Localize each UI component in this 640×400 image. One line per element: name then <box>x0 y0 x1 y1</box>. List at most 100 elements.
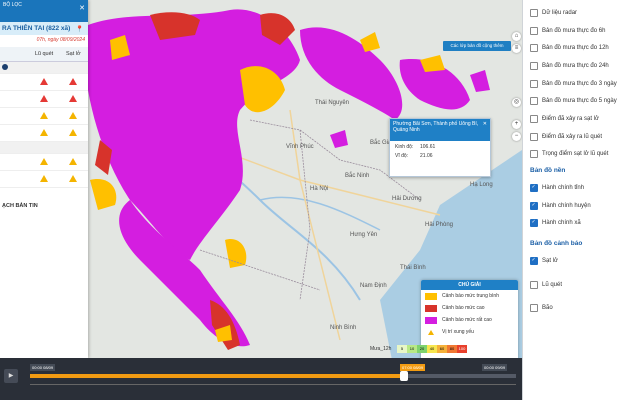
home-icon[interactable]: ⌂ <box>512 32 521 41</box>
legend-item: Vị trí xung yếu <box>421 326 518 338</box>
checkbox[interactable] <box>530 61 538 70</box>
layer-rain-6h[interactable]: Bản đồ mưa thực đo 6h <box>523 22 640 40</box>
rain-scale-step: 100 <box>457 345 467 353</box>
layer-flashflood[interactable]: Lũ quét <box>523 276 640 294</box>
panel-date: 07h, ngày 08/09/2024 <box>36 37 85 43</box>
column-header: Lũ quét <box>34 51 54 57</box>
play-icon[interactable]: ▶ <box>4 369 18 383</box>
layer-label: Bản đồ mưa thực đo 6h <box>542 27 606 34</box>
layer-storm[interactable]: Bão <box>523 300 640 318</box>
layer-label: Bản đồ mưa thực đo 12h <box>542 45 609 52</box>
current-time: 07:00 08/09 <box>400 364 426 371</box>
layer-control-panel: Dữ liệu radar Bản đồ mưa thực đo 6h Bản … <box>522 0 640 400</box>
checkbox-checked[interactable] <box>530 219 538 228</box>
layer-province[interactable]: Hành chính tỉnh <box>523 179 640 197</box>
legend-swatch <box>425 316 437 324</box>
popup-title: Phường Bãi Sơn, Thành phố Uông Bí, Quảng… <box>393 121 479 133</box>
pin-icon[interactable]: 📍 <box>76 23 84 36</box>
warning-icon <box>39 94 48 102</box>
rain-scale-step: 5 <box>397 345 407 353</box>
checkbox[interactable] <box>530 79 538 88</box>
layer-label: Bản đồ mưa thực đo 5 ngày <box>542 98 617 105</box>
place-label: Hải Dương <box>392 196 422 202</box>
extra-layers-button[interactable]: Các lớp bản đồ cộng thêm <box>443 41 511 51</box>
table-row[interactable] <box>0 108 88 125</box>
table-row[interactable] <box>0 91 88 108</box>
time-slider[interactable] <box>30 371 516 381</box>
checkbox[interactable] <box>530 26 538 35</box>
panel-header: RA THIÊN TAI (822 xã) 📍 <box>0 22 88 35</box>
section-title-warning: Bản đồ cảnh báo <box>530 240 583 248</box>
warning-list-panel: BỘ LỌC ✕ RA THIÊN TAI (822 xã) 📍 07h, ng… <box>0 0 88 358</box>
popup-value: 21.06 <box>420 153 433 159</box>
place-label: Ninh Bình <box>330 325 357 331</box>
rain-scale-step: 40 <box>427 345 437 353</box>
collapse-icon[interactable] <box>0 63 8 72</box>
table-header: Lũ quét Sạt lở <box>0 47 88 62</box>
layer-landslide[interactable]: Sạt lở <box>523 252 640 270</box>
checkbox-checked[interactable] <box>530 184 538 193</box>
legend-swatch <box>425 292 437 300</box>
checkbox[interactable] <box>530 44 538 53</box>
layer-rain-5d[interactable]: Bản đồ mưa thực đo 5 ngày <box>523 92 640 110</box>
layer-rain-3d[interactable]: Bản đồ mưa thực đo 3 ngày <box>523 75 640 93</box>
panel-topbar: BỘ LỌC ✕ <box>0 0 88 22</box>
rain-scale-step: 10 <box>407 345 417 353</box>
checkbox[interactable] <box>530 304 538 313</box>
layer-label: Điểm đã xảy ra lũ quét <box>542 133 603 140</box>
checkbox-checked[interactable] <box>530 201 538 210</box>
checkbox[interactable] <box>530 114 538 123</box>
zoom-in-icon[interactable]: + <box>512 120 521 129</box>
layer-landslide-points[interactable]: Điểm đã xảy ra sạt lở <box>523 110 640 128</box>
layer-label: Lũ quét <box>542 281 563 288</box>
layer-rain-24h[interactable]: Bản đồ mưa thực đo 24h <box>523 57 640 75</box>
table-row[interactable] <box>0 154 88 171</box>
checkbox[interactable] <box>530 150 538 159</box>
popup-row-lat: Vĩ độ: 21.06 <box>390 150 490 159</box>
table-row[interactable] <box>0 74 88 91</box>
place-label: Bắc Ninh <box>345 173 370 179</box>
layer-district[interactable]: Hành chính huyện <box>523 197 640 215</box>
legend-title: CHÚ GIẢI <box>421 280 518 290</box>
warning-icon <box>69 77 78 85</box>
warning-icon <box>39 77 48 85</box>
group-row[interactable] <box>0 142 88 154</box>
warning-icon <box>69 94 78 102</box>
layer-radar[interactable]: Dữ liệu radar <box>523 4 640 22</box>
layer-rain-12h[interactable]: Bản đồ mưa thực đo 12h <box>523 39 640 57</box>
checkbox[interactable] <box>530 132 538 141</box>
layer-label: Trọng điểm sạt lở lũ quét <box>542 151 609 158</box>
legend-label: Cảnh báo mức trung bình <box>442 293 499 299</box>
table-row[interactable] <box>0 125 88 142</box>
checkbox[interactable] <box>530 97 538 106</box>
table-row[interactable] <box>0 171 88 188</box>
layers-icon[interactable]: ≡ <box>512 44 521 53</box>
checkbox[interactable] <box>530 280 538 289</box>
layer-label: Điểm đã xảy ra sạt lở <box>542 115 599 122</box>
bulletin-heading[interactable]: ẠCH BẢN TIN <box>0 203 38 209</box>
group-row[interactable] <box>0 62 88 74</box>
end-time: 00:00 09/09 <box>482 364 508 371</box>
layer-hotspots[interactable]: Trọng điểm sạt lở lũ quét <box>523 146 640 164</box>
column-header <box>0 47 29 61</box>
warning-triangle-icon <box>425 328 437 336</box>
legend-label: Cảnh báo mức cao <box>442 305 485 311</box>
layer-commune[interactable]: Hành chính xã <box>523 215 640 233</box>
close-icon[interactable]: ✕ <box>79 4 85 12</box>
rain-scale-label: Mưa_12h <box>370 346 392 352</box>
layer-flashflood-points[interactable]: Điểm đã xảy ra lũ quét <box>523 128 640 146</box>
time-slider-handle[interactable] <box>400 371 409 381</box>
checkbox[interactable] <box>530 8 538 17</box>
panel-title: RA THIÊN TAI (822 xã) <box>2 25 71 32</box>
time-ticks <box>30 384 516 391</box>
locate-icon[interactable]: ◎ <box>512 98 521 107</box>
panel-top-text: BỘ LỌC <box>3 2 22 8</box>
close-icon[interactable]: ✕ <box>483 121 487 127</box>
legend-label: Cảnh báo mức rất cao <box>442 317 492 323</box>
checkbox-checked[interactable] <box>530 257 538 266</box>
zoom-out-icon[interactable]: − <box>512 132 521 141</box>
rain-scale-step: 20 <box>417 345 427 353</box>
popup-label: Vĩ độ: <box>395 153 409 159</box>
column-header: Sạt lở <box>66 51 81 57</box>
layer-label: Bão <box>542 305 553 312</box>
